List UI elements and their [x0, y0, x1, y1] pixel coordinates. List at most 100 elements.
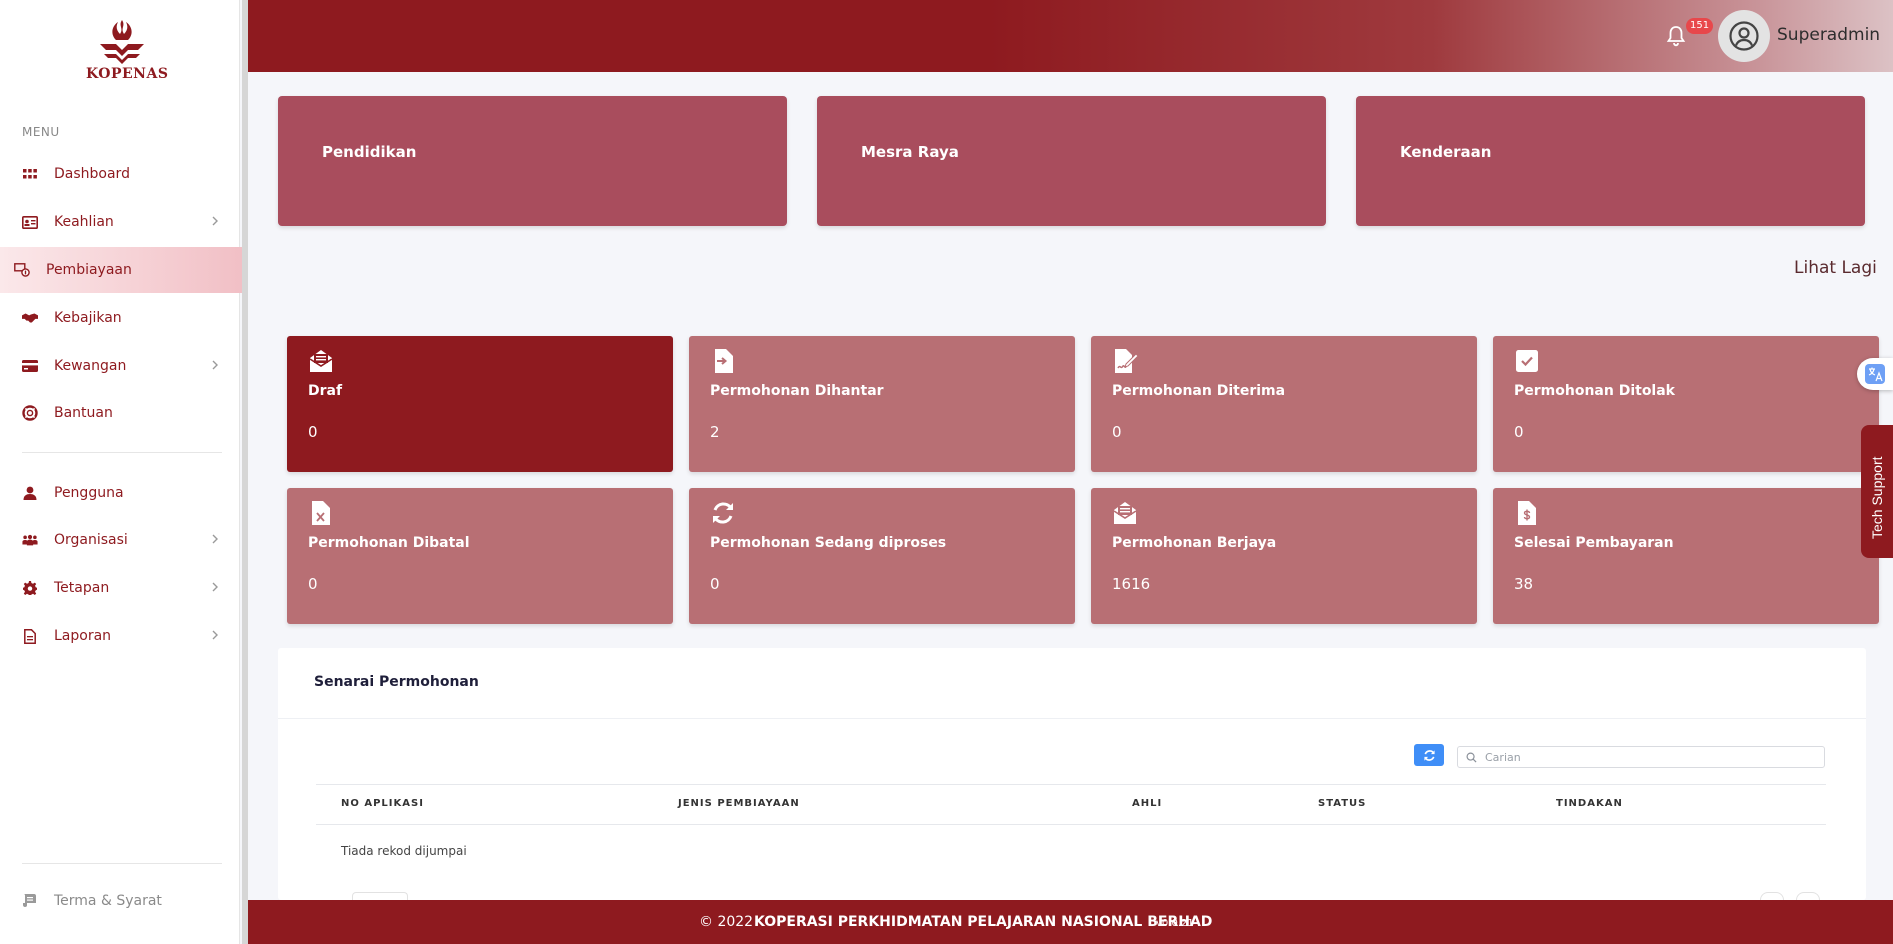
sidebar-item-tetapan[interactable]: Tetapan: [0, 565, 248, 611]
stat-title: Permohonan Dihantar: [710, 383, 884, 399]
file-excel-icon: [312, 501, 330, 525]
chevron-right-icon: [212, 360, 218, 370]
category-card-pendidikan[interactable]: Pendidikan: [278, 96, 787, 226]
pagination-prev-button[interactable]: [1760, 892, 1784, 900]
search-box: [1457, 746, 1825, 768]
sidebar-item-label: Pembiayaan: [46, 262, 132, 278]
sidebar-item-kebajikan[interactable]: Kebajikan: [0, 295, 248, 341]
sidebar-item-laporan[interactable]: Laporan: [0, 613, 248, 659]
sidebar-item-pembiayaan[interactable]: Pembiayaan: [0, 247, 248, 293]
column-header-jenis-pembiayaan[interactable]: JENIS PEMBIAYAAN: [678, 798, 800, 809]
sidebar-item-pengguna[interactable]: Pengguna: [0, 470, 248, 516]
tech-support-label: Tech Support: [1869, 456, 1885, 540]
users-icon: [22, 532, 38, 548]
menu-caption: MENU: [22, 125, 60, 139]
chevron-right-icon: [212, 630, 218, 640]
stat-card-ditolak[interactable]: Permohonan Ditolak 0: [1493, 336, 1879, 472]
category-label: Mesra Raya: [861, 143, 959, 161]
sidebar-item-label: Keahlian: [54, 214, 114, 230]
sidebar-item-label: Kewangan: [54, 358, 127, 374]
stat-value: 38: [1514, 575, 1534, 593]
sidebar-item-kewangan[interactable]: Kewangan: [0, 343, 248, 389]
handshake-icon: [22, 310, 38, 326]
user-circle-icon: [1729, 21, 1759, 51]
username[interactable]: Superadmin: [1777, 25, 1880, 45]
table-header: NO APLIKASI JENIS PEMBIAYAAN AHLI STATUS…: [316, 784, 1826, 825]
stat-card-dibatal[interactable]: Permohonan Dibatal 0: [287, 488, 673, 624]
sidebar-item-label: Tetapan: [54, 580, 110, 596]
stat-card-diterima[interactable]: Permohonan Diterima 0: [1091, 336, 1477, 472]
menu-divider: [22, 863, 222, 864]
search-icon: [1466, 752, 1477, 763]
stat-title: Permohonan Ditolak: [1514, 383, 1675, 399]
stat-card-berjaya[interactable]: Permohonan Berjaya 1616: [1091, 488, 1477, 624]
stat-title: Selesai Pembayaran: [1514, 535, 1674, 551]
lifebuoy-icon: [22, 405, 38, 421]
empty-table-message: Tiada rekod dijumpai: [341, 844, 467, 858]
chevron-right-icon: [212, 534, 218, 544]
credit-card-icon: [22, 358, 38, 374]
category-card-kenderaan[interactable]: Kenderaan: [1356, 96, 1865, 226]
stat-card-draf[interactable]: Draf 0: [287, 336, 673, 472]
page-size-select[interactable]: [352, 892, 408, 900]
file-import-icon: [715, 349, 733, 373]
pagination-next-button[interactable]: [1796, 892, 1820, 900]
sidebar-item-label: Kebajikan: [54, 310, 122, 326]
refresh-button[interactable]: [1414, 744, 1444, 766]
footer: © 2022 KOPERASI PERKHIDMATAN PELAJARAN N…: [248, 900, 1893, 944]
sidebar-item-label: Organisasi: [54, 532, 128, 548]
applications-table-card: Senarai Permohonan NO APLIKASI JENIS PEM…: [278, 648, 1866, 900]
user-icon: [22, 485, 38, 501]
column-header-ahli[interactable]: AHLI: [1132, 798, 1162, 809]
sidebar-item-label: Laporan: [54, 628, 112, 644]
stat-value: 1616: [1112, 575, 1151, 593]
footer-copyright: © 2022: [699, 914, 754, 930]
stat-value: 0: [710, 575, 720, 593]
terms-link[interactable]: Terma & Syarat: [22, 893, 162, 909]
sidebar: KOPENAS MENU Dashboard Keahlian Pembiaya…: [0, 0, 248, 944]
stat-card-sedang-diproses[interactable]: Permohonan Sedang diproses 0: [689, 488, 1075, 624]
stat-card-selesai-pembayaran[interactable]: Selesai Pembayaran 38: [1493, 488, 1879, 624]
sidebar-item-label: Dashboard: [54, 166, 130, 182]
avatar[interactable]: [1718, 10, 1770, 62]
search-input[interactable]: [1485, 750, 1805, 764]
sync-icon: [1423, 749, 1435, 761]
bell-icon[interactable]: [1664, 24, 1688, 48]
file-icon: [22, 628, 38, 644]
logo-text: KOPENAS: [86, 66, 169, 82]
translate-button[interactable]: [1857, 358, 1893, 390]
finance-icon: [14, 262, 30, 278]
sync-icon: [713, 502, 733, 524]
sidebar-item-dashboard[interactable]: Dashboard: [0, 151, 248, 197]
sidebar-scrollbar[interactable]: [242, 0, 248, 944]
stat-value: 0: [308, 423, 318, 441]
stat-value: 0: [1112, 423, 1122, 441]
category-label: Pendidikan: [322, 143, 417, 161]
chevron-right-icon: [212, 582, 218, 592]
sidebar-item-bantuan[interactable]: Bantuan: [0, 390, 248, 436]
stat-card-dihantar[interactable]: Permohonan Dihantar 2: [689, 336, 1075, 472]
notification-badge: 151: [1686, 18, 1714, 34]
stat-title: Draf: [308, 383, 343, 399]
flame-icon: [100, 20, 144, 64]
see-more-link[interactable]: Lihat Lagi: [1794, 258, 1877, 278]
sidebar-item-organisasi[interactable]: Organisasi: [0, 517, 248, 563]
topbar: [248, 0, 1893, 72]
column-header-status[interactable]: STATUS: [1318, 798, 1366, 809]
stat-title: Permohonan Berjaya: [1112, 535, 1277, 551]
stat-title: Permohonan Sedang diproses: [710, 535, 947, 551]
sidebar-item-label: Bantuan: [54, 405, 113, 421]
category-label: Kenderaan: [1400, 143, 1492, 161]
footer-org-name: KOPERASI PERKHIDMATAN PELAJARAN NASIONAL…: [754, 914, 1213, 930]
tech-support-tab[interactable]: Tech Support: [1861, 425, 1893, 558]
column-header-no-aplikasi[interactable]: NO APLIKASI: [341, 798, 424, 809]
check-square-icon: [1516, 350, 1538, 372]
stat-value: 0: [1514, 423, 1524, 441]
sidebar-item-keahlian[interactable]: Keahlian: [0, 199, 248, 245]
table-title: Senarai Permohonan: [314, 674, 479, 690]
column-header-tindakan[interactable]: TINDAKAN: [1556, 798, 1623, 809]
translate-icon: [1865, 364, 1885, 384]
stat-value: 0: [308, 575, 318, 593]
kopenas-logo[interactable]: KOPENAS: [86, 18, 169, 88]
category-card-mesra-raya[interactable]: Mesra Raya: [817, 96, 1326, 226]
